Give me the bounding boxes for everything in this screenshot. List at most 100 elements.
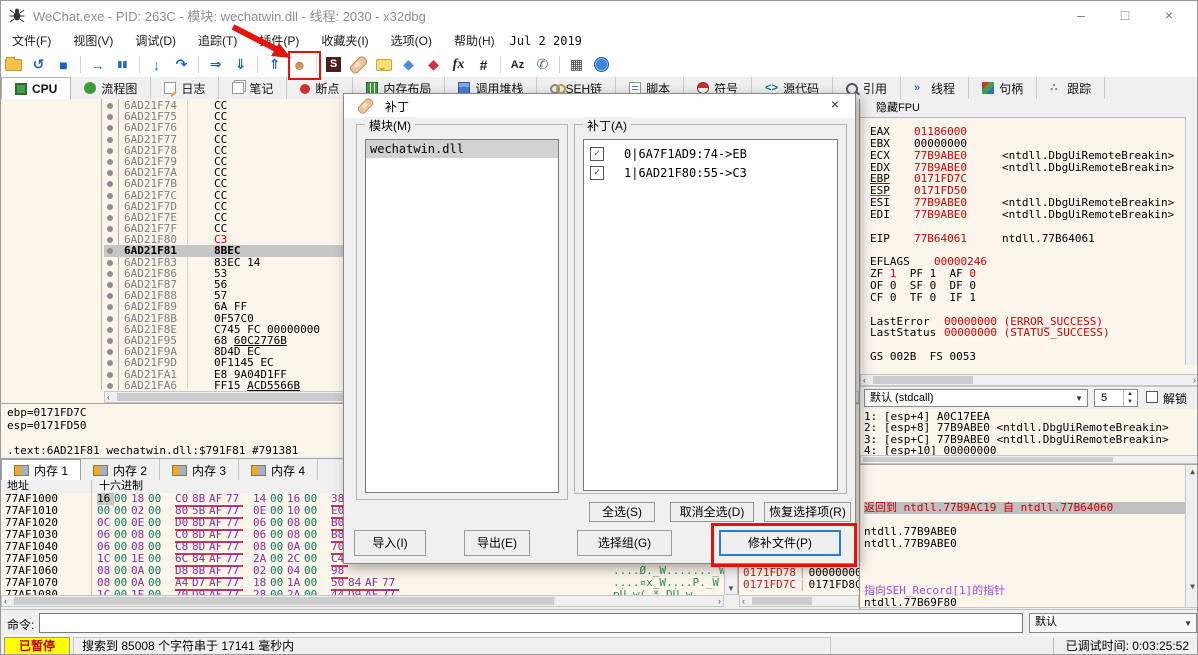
hide-fpu-button[interactable]: 隐藏FPU [860,99,1197,118]
breakpoint-dot[interactable] [107,293,113,300]
seh-pointer-label[interactable]: 指向SEH_Record[1]的指针 [864,585,1185,597]
breakpoint-dot[interactable] [107,326,113,333]
breakpoint-dot[interactable] [107,349,113,356]
breakpoint-dot[interactable] [107,203,113,210]
step-over-icon[interactable]: ↷ [169,54,194,75]
menu-item-6[interactable]: 收藏夹(I) [310,29,379,52]
segments-row[interactable]: GS 002B FS 0053 [870,351,1185,363]
stackinfo-row[interactable]: ntdll.77B69F80 [864,596,1185,607]
bookmark-icon[interactable]: ◆ [421,54,446,75]
menu-item-8[interactable]: 帮助(H) [443,29,506,52]
registers-vscrollbar[interactable] [1185,117,1197,365]
tab-CPU[interactable]: CPU [1,77,72,100]
attach-icon[interactable]: ✆ [530,54,555,75]
select-all-button[interactable]: 全选(S) [589,502,655,522]
register-row[interactable]: EIP 77B64061 ntdll.77B64061 [870,232,1185,245]
breakpoint-dot[interactable] [107,147,113,154]
stackinfo-row[interactable] [864,561,1185,573]
breakpoint-dot[interactable] [107,136,113,143]
restore-selection-button[interactable]: 恢复选择项(R) [764,502,851,522]
patch-checkbox[interactable]: ✓ [590,146,604,161]
select-group-button[interactable]: 选择组(G) [577,530,672,556]
laststatus-row[interactable]: LastStatus 00000000 (STATUS_SUCCESS) [870,327,1185,339]
tab-跟踪[interactable]: ∴ 跟踪 [1037,77,1106,99]
argument-row[interactable]: 4: [esp+10] 00000000 [864,445,1197,455]
tab-线程[interactable]: » 线程 [901,77,970,99]
patch-item[interactable]: ✓ 1|6AD21F80:55->C3 [584,163,837,182]
memory-tab-2[interactable]: 内存 2 [81,459,161,481]
breakpoint-dot[interactable] [107,170,113,177]
breakpoint-dot[interactable] [107,226,113,233]
registers-hscrollbar[interactable]: ‹ › [860,374,1197,386]
calculator-icon[interactable]: ▦ [564,54,589,75]
command-input[interactable] [39,613,1023,633]
dialog-close-icon[interactable]: × [825,96,845,112]
return-to-row[interactable]: 返回到 ntdll.77B9AC19 自 ntdll.77B64060 [864,502,1185,515]
breakpoint-dot[interactable] [107,282,113,288]
module-item[interactable]: wechatwin.dll [366,140,558,158]
restart-icon[interactable]: ↺ [26,54,51,75]
breakpoint-dot[interactable] [107,382,113,389]
modules-list[interactable]: wechatwin.dll [365,139,559,493]
patches-list[interactable]: ✓ 0|6A7F1AD9:74->EB ✓ 1|6AD21F80:55->C3 [583,139,838,491]
patch-dialog-titlebar[interactable]: 补丁 × [344,94,855,118]
breakpoint-dot[interactable] [107,304,113,311]
menu-item-2[interactable]: 视图(V) [62,29,124,52]
export-button[interactable]: 导出(E) [464,530,530,556]
pause-icon[interactable]: ▮▮ [110,54,135,75]
breakpoint-dot[interactable] [107,125,113,132]
open-file-icon[interactable] [1,54,26,75]
comment-icon[interactable] [371,54,396,75]
import-button[interactable]: 导入(I) [354,530,426,556]
maximize-button[interactable]: □ [1103,1,1147,29]
menu-item-1[interactable]: 文件(F) [1,29,62,52]
close-button[interactable]: × [1147,1,1191,29]
stackinfo-row[interactable]: ntdll.77B9ABE0 [864,537,1185,550]
execute-till-return-icon[interactable]: ⇓ [228,54,253,75]
deselect-all-button[interactable]: 取消全选(D) [670,502,754,522]
dump-hscrollbar[interactable]: ‹ › [1,595,724,607]
stack-row[interactable]: 0171FD7C | 0171FD8C [743,579,860,591]
help-globe-icon[interactable] [589,54,614,75]
menu-item-4[interactable]: 追踪(T) [187,29,248,52]
breakpoint-dot[interactable] [107,192,113,199]
patch-checkbox[interactable]: ✓ [590,165,604,180]
stackinfo-row[interactable] [864,550,1185,562]
breakpoint-dot[interactable] [107,259,113,266]
breakpoint-dot[interactable] [107,337,113,344]
breakpoint-dot[interactable] [107,360,113,367]
breakpoint-dot[interactable] [107,315,113,322]
memory-tab-1[interactable]: 内存 1 [1,459,82,481]
unlock-checkbox[interactable] [1146,391,1158,403]
tab-笔记[interactable]: 笔记 [219,77,288,99]
arguments-hscrollbar[interactable] [860,455,1197,464]
flags-row[interactable]: CF 0 TF 0 IF 1 [870,291,1185,304]
memory-tab-3[interactable]: 内存 3 [160,459,240,481]
breakpoint-dot[interactable] [107,181,113,188]
breakpoint-dot[interactable] [107,371,113,378]
registers-view[interactable]: EAX 01186000 EBX 00000000 ECX 77B9ABE0 <ntdll.… [860,118,1197,374]
tab-流程图[interactable]: 流程图 [71,77,152,99]
breakpoint-dot[interactable] [107,158,113,165]
calling-convention-select[interactable]: 默认 (stdcall) ▼ [864,389,1088,407]
stackinfo-row[interactable]: ntdll.77B9ABE0 [864,526,1185,538]
tab-日志[interactable]: 日志 [151,77,220,99]
function-icon[interactable]: fx [446,54,471,75]
hash-icon[interactable]: # [471,54,496,75]
run-icon[interactable]: → [85,54,110,75]
arg-count-spinner[interactable]: 5 ▲ ▼ [1094,389,1138,407]
menu-item-7[interactable]: 选项(O) [380,29,443,52]
stackinfo-vscrollbar[interactable]: ▲ ▼ [1185,465,1197,607]
menu-item-3[interactable]: 调试(D) [124,29,187,52]
patches-icon[interactable] [346,54,371,75]
breakpoint-dot[interactable] [107,214,113,221]
tab-句柄[interactable]: 句柄 [969,77,1038,99]
patch-item[interactable]: ✓ 0|6A7F1AD9:74->EB [584,144,837,163]
breakpoint-dot[interactable] [107,237,113,244]
scylla-icon[interactable]: S [321,54,346,75]
menu-item-5[interactable]: 插件(P) [248,29,310,52]
register-row[interactable]: EDI 77B9ABE0 <ntdll.DbgUiRemoteBreakin> [870,208,1185,221]
stack-info-view[interactable]: ▲ ▼ 返回到 ntdll.77B9AC19 自 ntdll.77B64060 n… [860,464,1197,607]
stack-hscrollbar[interactable]: ‹ [739,595,859,607]
breakpoint-dot[interactable] [107,270,113,277]
